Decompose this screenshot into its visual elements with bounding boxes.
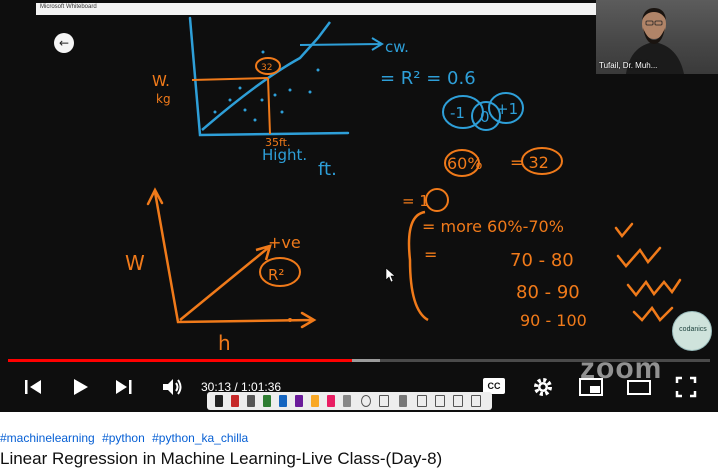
row-80: 80 - 90 [516, 282, 580, 303]
graph1-regression-line [201, 21, 331, 131]
graph2-dot [288, 318, 292, 322]
range-pos: +1 [496, 100, 518, 118]
graph1-x-label: Hight. [262, 146, 307, 164]
image-icon[interactable] [417, 395, 427, 407]
grid-icon[interactable] [453, 395, 463, 407]
fullscreen-button[interactable] [674, 374, 698, 400]
mouse-cursor-icon [385, 267, 396, 283]
rating-checks [614, 222, 682, 322]
graph2-r2-label: R² [268, 266, 284, 284]
progress-bar[interactable] [8, 359, 710, 362]
theater-mode-button[interactable] [626, 374, 652, 400]
eq-marker: = 1 [402, 192, 429, 210]
settings-button[interactable] [531, 374, 555, 400]
pen-red-icon[interactable] [231, 395, 239, 407]
hashtag-link[interactable]: #python [102, 431, 145, 445]
codanics-logo-text: codanics [679, 326, 707, 333]
pen-black-icon[interactable] [215, 395, 223, 407]
graph2-trend-line [179, 244, 272, 321]
graph2-trend-label: +ve [268, 233, 301, 252]
pen-green-icon[interactable] [263, 395, 271, 407]
fullscreen-icon [675, 376, 697, 398]
graph1-x-unit: ft. [318, 159, 337, 180]
text-tool-icon[interactable] [399, 395, 407, 407]
webcam-tile: Tufail, Dr. Muh... [596, 0, 718, 74]
range-zero: 0 [480, 108, 490, 126]
highlighter-icon[interactable] [311, 395, 319, 407]
volume-icon [163, 379, 182, 395]
r2-equation: = R² = 0.6 [380, 68, 476, 89]
graph2-x-label: h [218, 331, 231, 355]
percent-value: = 32 [510, 153, 549, 172]
previous-button[interactable] [22, 374, 44, 400]
percent-label: 60% [447, 154, 483, 173]
webcam-participant-name: Tufail, Dr. Muh... [599, 61, 658, 70]
more-tools-icon[interactable] [471, 395, 481, 407]
graph1-scatter-points [213, 50, 320, 122]
miniplayer-icon [579, 378, 603, 396]
graph1-point-label: 32 [261, 63, 272, 73]
graph1-y-label: W. [152, 72, 170, 90]
progress-played [8, 359, 352, 362]
shape-icon[interactable] [379, 395, 389, 407]
volume-button[interactable] [160, 374, 184, 400]
play-icon [74, 379, 88, 395]
pen-blue-icon[interactable] [279, 395, 287, 407]
row-70: 70 - 80 [510, 250, 574, 271]
graph1-y-unit: kg [156, 92, 171, 106]
note-icon[interactable] [435, 395, 445, 407]
graph1-arrow [299, 37, 384, 51]
hashtag-link[interactable]: #machinelearning [0, 431, 95, 445]
pen-grey-icon[interactable] [247, 395, 255, 407]
play-button[interactable] [68, 374, 92, 400]
theater-icon [627, 380, 651, 395]
whiteboard-toolbar [207, 392, 492, 410]
skip-next-icon [116, 380, 132, 394]
eraser-icon[interactable] [343, 395, 351, 407]
video-title: Linear Regression in Machine Learning-Li… [0, 449, 443, 468]
row-90: 90 - 100 [520, 311, 587, 330]
marker-circle [425, 188, 449, 212]
gear-icon [534, 378, 552, 396]
hashtag-row: #machinelearning #python #python_ka_chil… [0, 431, 252, 445]
codanics-logo: codanics [672, 311, 712, 351]
range-neg: -1 [450, 104, 465, 122]
pen-pink-icon[interactable] [327, 395, 335, 407]
pen-purple-icon[interactable] [295, 395, 303, 407]
graph2-y-label: W [125, 251, 145, 275]
video-player[interactable]: Microsoft Whiteboard ← W. kg 32 35ft. Hi… [0, 0, 718, 412]
lasso-icon[interactable] [361, 395, 371, 407]
next-button[interactable] [113, 374, 135, 400]
video-info: #machinelearning #python #python_ka_chil… [0, 412, 718, 469]
hashtag-link[interactable]: #python_ka_chilla [152, 431, 248, 445]
miniplayer-button[interactable] [578, 374, 604, 400]
graph1-arrow-label: cw. [385, 38, 409, 56]
more-line: = more 60%-70% [422, 217, 564, 236]
equal-sign: = [424, 245, 437, 264]
skip-previous-icon [25, 380, 41, 394]
